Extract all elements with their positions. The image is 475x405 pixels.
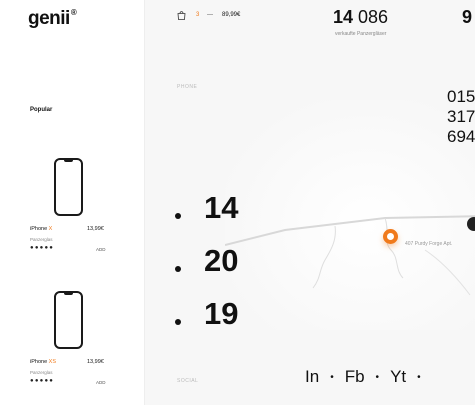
date-number: 19 <box>204 296 239 331</box>
product-name-base: iPhone <box>30 226 49 232</box>
map-glow <box>225 100 475 330</box>
social-label: SOCIAL <box>177 378 199 384</box>
product-model: XS <box>48 359 56 365</box>
cart-count[interactable]: 3 <box>196 12 199 18</box>
cart-total[interactable]: 89,99€ <box>222 12 240 18</box>
date-number: 14 <box>204 190 239 225</box>
product-name[interactable]: iPhone XS <box>30 359 56 365</box>
sold-count: 14 086 <box>333 7 388 28</box>
product-subtitle: Panzerglas <box>30 237 53 242</box>
variant-dots[interactable]: ●●●●● <box>30 245 54 251</box>
sold-count-bold: 14 <box>333 7 354 27</box>
phone-number[interactable]: 015 317 694 <box>447 87 475 147</box>
product-subtitle: Panzerglas <box>30 370 53 375</box>
map[interactable] <box>225 100 475 330</box>
main-panel: 407 Purdy Forge Apt. 3 — 89,99€ 14 086 v… <box>145 0 475 405</box>
date-bullet <box>175 319 181 325</box>
phone-line: 694 <box>447 127 475 146</box>
product-name-base: iPhone <box>30 359 49 365</box>
sold-count-rest: 086 <box>353 7 389 27</box>
product-model: X <box>48 226 53 232</box>
social-separator: • <box>330 372 334 384</box>
logo-mark: ® <box>70 8 77 17</box>
phone-notch <box>64 160 73 162</box>
product-name[interactable]: iPhone X <box>30 226 52 232</box>
secondary-stat: 9 <box>462 7 473 27</box>
cart-separator: — <box>207 12 213 18</box>
add-button[interactable]: ADD <box>96 380 106 385</box>
social-separator: • <box>375 372 380 384</box>
logo[interactable]: genii® <box>28 8 77 30</box>
phone-notch <box>64 293 73 295</box>
social-link-instagram[interactable]: In <box>305 367 319 387</box>
social-links: In • Fb • Yt • <box>305 367 432 387</box>
date-number: 20 <box>204 243 239 278</box>
phone-image[interactable] <box>54 291 83 349</box>
sold-count-label: verkaufte Panzergläser <box>335 31 387 37</box>
date-bullet <box>175 266 181 272</box>
phone-line: 015 <box>447 87 475 106</box>
variant-dots[interactable]: ●●●●● <box>30 378 54 384</box>
product-price: 13,99€ <box>87 226 104 232</box>
phone-label: PHONE <box>177 84 198 90</box>
location-pin-icon-secondary[interactable] <box>467 217 475 231</box>
sidebar: genii® Popular iPhone X 13,99€ Panzergla… <box>0 0 145 405</box>
date-bullet <box>175 213 181 219</box>
social-link-youtube[interactable]: Yt <box>390 367 406 387</box>
add-button[interactable]: ADD <box>96 247 106 252</box>
phone-line: 317 <box>447 107 475 126</box>
social-separator: • <box>417 372 421 384</box>
popular-heading: Popular <box>30 107 53 113</box>
location-pin-icon[interactable] <box>383 229 398 244</box>
logo-text: genii <box>28 8 70 29</box>
map-address: 407 Purdy Forge Apt. <box>405 241 453 247</box>
phone-image[interactable] <box>54 158 83 216</box>
bag-icon[interactable] <box>177 10 186 20</box>
product-price: 13,99€ <box>87 359 104 365</box>
social-link-facebook[interactable]: Fb <box>345 367 365 387</box>
